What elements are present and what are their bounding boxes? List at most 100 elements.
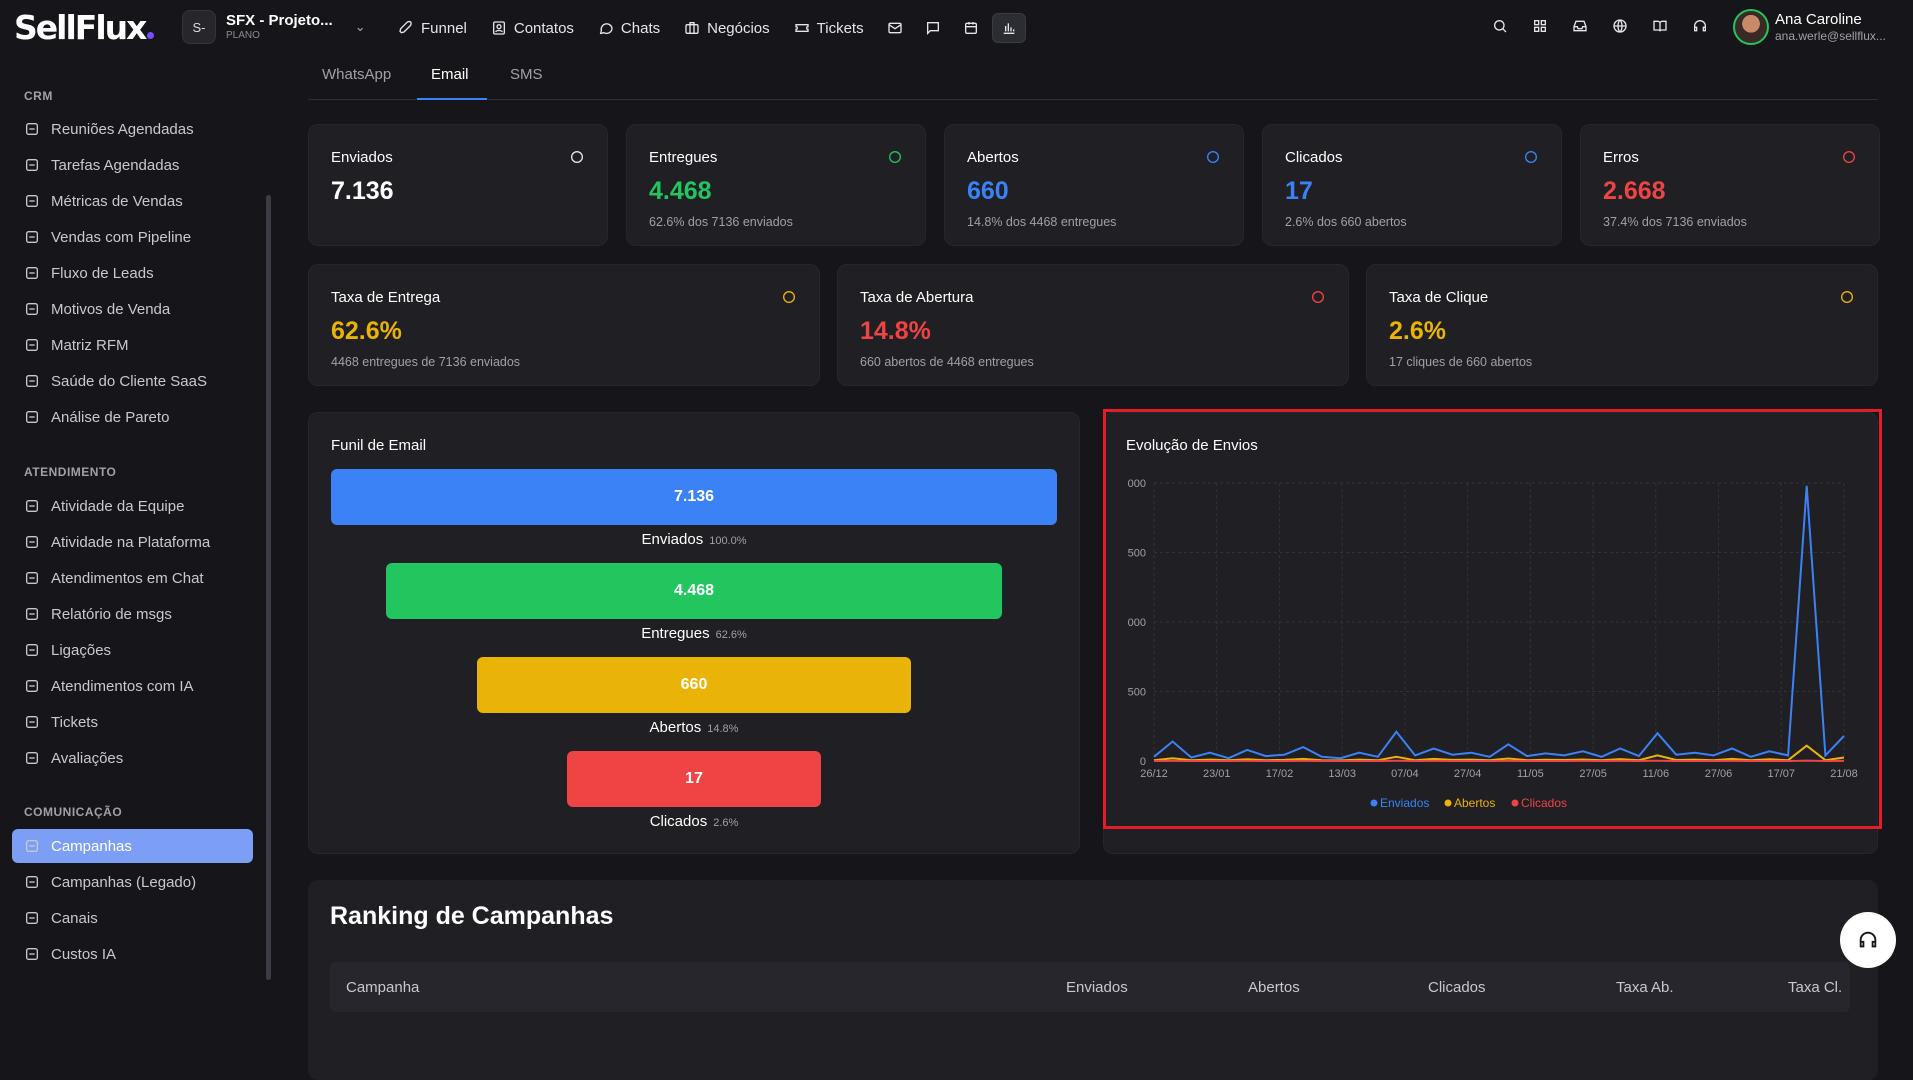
sidebar-item-saude-do-cliente-saas[interactable]: Saúde do Cliente SaaS: [12, 364, 253, 398]
sellflux-logo[interactable]: SellFlux: [14, 8, 154, 47]
nav-message-button[interactable]: [916, 13, 950, 43]
nav-funnel[interactable]: Funnel: [388, 13, 477, 43]
message-square-icon: [925, 20, 941, 36]
sidebar-item-motivos-de-venda[interactable]: Motivos de Venda: [12, 292, 253, 326]
sidebar-item-atividade-na-plataforma[interactable]: Atividade na Plataforma: [12, 525, 253, 559]
x-tick-label: 11/06: [1642, 768, 1669, 780]
nav-mail-button[interactable]: [878, 13, 912, 43]
inbox-icon[interactable]: [1570, 15, 1590, 37]
tab-sms[interactable]: SMS: [510, 66, 543, 100]
top-right-icons: [1490, 15, 1710, 37]
card-subtext: 37.4% dos 7136 enviados: [1603, 215, 1747, 229]
headset-icon: [1857, 929, 1879, 951]
col-taxa-cl[interactable]: Taxa Cl.: [1788, 979, 1842, 996]
funnel-stage-name: Enviados: [641, 531, 703, 548]
nav-chats[interactable]: Chats: [588, 13, 670, 43]
sidebar-item-label: Matriz RFM: [51, 337, 129, 354]
sidebar-item-label: Tarefas Agendadas: [51, 157, 179, 174]
legend-dot: [1445, 800, 1452, 807]
nav-tickets[interactable]: Tickets: [784, 13, 874, 43]
rate-card-0: Taxa de Entrega62.6%4468 entregues de 71…: [308, 264, 820, 386]
main-nav: Funnel Contatos Chats Negócios Tickets: [388, 13, 1026, 43]
sidebar-item-tickets[interactable]: Tickets: [12, 705, 253, 739]
x-tick-label: 07/04: [1391, 768, 1419, 780]
sidebar-item-avaliacoes[interactable]: Avaliações: [12, 741, 253, 775]
sidebar-item-atendimentos-com-ia[interactable]: Atendimentos com IA: [12, 669, 253, 703]
sends-chart: 000500000500026/1223/0117/0213/0307/0427…: [1104, 413, 1879, 855]
col-taxa-ab[interactable]: Taxa Ab.: [1616, 979, 1674, 996]
nav-negocios[interactable]: Negócios: [674, 13, 780, 43]
user-menu[interactable]: Ana Caroline ana.werle@sellflux...: [1733, 9, 1886, 45]
col-clicados[interactable]: Clicados: [1428, 979, 1486, 996]
sidebar-item-icon: [24, 838, 40, 854]
sidebar-item-icon: [24, 534, 40, 550]
sidebar-item-atividade-da-equipe[interactable]: Atividade da Equipe: [12, 489, 253, 523]
sidebar-item-icon: [24, 874, 40, 890]
sidebar-item-icon: [24, 678, 40, 694]
nav-contatos[interactable]: Contatos: [481, 13, 584, 43]
sidebar-item-vendas-com-pipeline[interactable]: Vendas com Pipeline: [12, 220, 253, 254]
sidebar-item-relatorio-de-msgs[interactable]: Relatório de msgs: [12, 597, 253, 631]
funnel-stage-name: Abertos: [650, 719, 702, 736]
tab-email[interactable]: Email: [417, 66, 487, 100]
legend-entry-abertos[interactable]: Abertos: [1454, 796, 1495, 810]
card-value: 4.468: [649, 177, 712, 206]
sidebar-item-campanhas-legado[interactable]: Campanhas (Legado): [12, 865, 253, 899]
sidebar-item-custos-ia[interactable]: Custos IA: [12, 937, 253, 971]
card-subtext: 660 abertos de 4468 entregues: [860, 355, 1034, 369]
sidebar-item-campanhas[interactable]: Campanhas: [12, 829, 253, 863]
sidebar-item-label: Atividade na Plataforma: [51, 534, 210, 551]
sidebar-item-atendimentos-em-chat[interactable]: Atendimentos em Chat: [12, 561, 253, 595]
sidebar-item-ligacoes[interactable]: Ligações: [12, 633, 253, 667]
stat-card-clicados: Clicados172.6% dos 660 abertos: [1262, 124, 1562, 246]
search-icon[interactable]: [1490, 15, 1510, 37]
tab-whatsapp[interactable]: WhatsApp: [322, 66, 391, 100]
sidebar-item-reunioes-agendadas[interactable]: Reuniões Agendadas: [12, 112, 253, 146]
globe-icon[interactable]: [1610, 15, 1630, 37]
col-enviados[interactable]: Enviados: [1066, 979, 1128, 996]
card-subtext: 14.8% dos 4468 entregues: [967, 215, 1116, 229]
sidebar-section-comunicacao: COMUNICAÇÃO: [24, 805, 122, 819]
project-selector[interactable]: S- SFX - Projeto... PLANO ⌄: [182, 10, 366, 44]
legend-entry-clicados[interactable]: Clicados: [1521, 796, 1567, 810]
sidebar-item-fluxo-de-leads[interactable]: Fluxo de Leads: [12, 256, 253, 290]
sidebar-item-canais[interactable]: Canais: [12, 901, 253, 935]
funnel-bar-clicados[interactable]: 17: [567, 751, 821, 807]
help-button[interactable]: [1840, 912, 1896, 968]
sidebar-item-label: Relatório de msgs: [51, 606, 172, 623]
funnel-stage-label: Abertos14.8%: [331, 719, 1057, 736]
headset-icon[interactable]: [1690, 15, 1710, 37]
project-subtitle: PLANO: [226, 30, 333, 42]
funnel-bar-abertos[interactable]: 660: [477, 657, 911, 713]
book-icon[interactable]: [1650, 15, 1670, 37]
sidebar-item-metricas-de-vendas[interactable]: Métricas de Vendas: [12, 184, 253, 218]
legend-entry-enviados[interactable]: Enviados: [1380, 796, 1429, 810]
col-abertos[interactable]: Abertos: [1248, 979, 1300, 996]
sidebar-item-matriz-rfm[interactable]: Matriz RFM: [12, 328, 253, 362]
sidebar-item-label: Campanhas (Legado): [51, 874, 196, 891]
rate-card-1: Taxa de Abertura14.8%660 abertos de 4468…: [837, 264, 1349, 386]
funnel-bar-entregues[interactable]: 4.468: [386, 563, 1002, 619]
sidebar-item-tarefas-agendadas[interactable]: Tarefas Agendadas: [12, 148, 253, 182]
avatar: [1733, 9, 1769, 45]
grid-icon[interactable]: [1530, 15, 1550, 37]
nav-reports-button[interactable]: [992, 13, 1026, 43]
funnel-bar-enviados[interactable]: 7.136: [331, 469, 1057, 525]
funnel-card: Funil de Email 7.136Enviados100.0%4.468E…: [308, 412, 1080, 854]
ticket-icon: [794, 20, 810, 36]
stat-card-erros: Erros2.66837.4% dos 7136 enviados: [1580, 124, 1880, 246]
card-label: Taxa de Entrega: [331, 289, 440, 306]
nav-calendar-button[interactable]: [954, 13, 988, 43]
card-value: 2.6%: [1389, 317, 1446, 346]
sidebar-item-analise-de-pareto[interactable]: Análise de Pareto: [12, 400, 253, 434]
sidebar-item-icon: [24, 409, 40, 425]
card-label: Abertos: [967, 149, 1019, 166]
sidebar-item-label: Atividade da Equipe: [51, 498, 184, 515]
col-campanha[interactable]: Campanha: [346, 979, 419, 996]
sidebar-scrollbar[interactable]: [266, 195, 271, 980]
sidebar-item-label: Saúde do Cliente SaaS: [51, 373, 207, 390]
stat-card-abertos: Abertos66014.8% dos 4468 entregues: [944, 124, 1244, 246]
ranking-card: Ranking de Campanhas Campanha Enviados A…: [308, 880, 1878, 1080]
sidebar-section-crm: CRM: [24, 89, 53, 103]
sidebar-item-label: Análise de Pareto: [51, 409, 169, 426]
